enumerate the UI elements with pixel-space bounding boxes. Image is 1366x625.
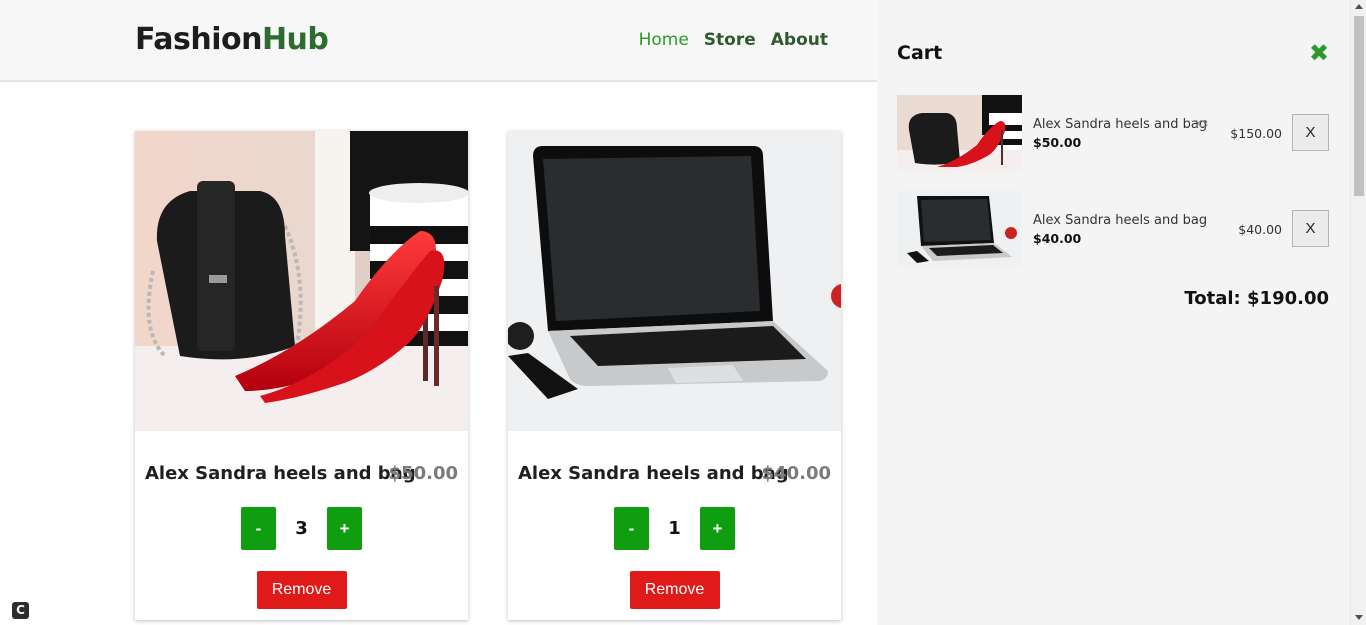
decrease-quantity-button[interactable]: - <box>614 507 649 550</box>
quantity-stepper: - 1 + <box>508 507 841 550</box>
cart-title: Cart <box>897 42 943 64</box>
product-image-laptop <box>508 131 841 431</box>
cart-item-quantity-badge: X3 <box>1195 119 1209 130</box>
scroll-up-arrow-icon[interactable] <box>1355 4 1363 9</box>
cart-item-subtotal: $40.00 <box>1238 222 1282 237</box>
cart-total: Total: $190.00 <box>1184 288 1329 309</box>
cart-item: Alex Sandra heels and bag $40.00 $40.00 … <box>897 191 1329 267</box>
cart-item-name: Alex Sandra heels and bag <box>1033 213 1208 228</box>
cart-item: Alex Sandra heels and bag X3 $50.00 $150… <box>897 95 1329 171</box>
close-icon[interactable]: ✖ <box>1309 40 1329 66</box>
nav-home-link[interactable]: Home <box>639 30 689 50</box>
logo-text-hub: Hub <box>261 22 329 57</box>
remove-button[interactable]: Remove <box>256 571 347 609</box>
product-price: $50.00 <box>388 463 458 484</box>
scrollbar-thumb[interactable] <box>1354 16 1364 196</box>
brand-logo[interactable]: FashionHub <box>135 22 329 57</box>
scroll-down-arrow-icon[interactable] <box>1355 615 1363 620</box>
cart-item-subtotal: $150.00 <box>1230 126 1282 141</box>
nav-about-link[interactable]: About <box>771 30 828 50</box>
logo-text-fashion: Fashion <box>135 22 262 57</box>
cart-item-remove-button[interactable]: X <box>1292 210 1329 247</box>
product-image-heels-bag <box>135 131 468 431</box>
extension-icon[interactable]: C <box>12 602 29 619</box>
vertical-scrollbar[interactable] <box>1350 0 1366 625</box>
product-title: Alex Sandra heels and bag <box>145 463 416 484</box>
product-title: Alex Sandra heels and bag <box>518 463 789 484</box>
nav-store-link[interactable]: Store <box>704 30 756 50</box>
product-card: Alex Sandra heels and bag $40.00 - 1 + R… <box>508 131 841 620</box>
increase-quantity-button[interactable]: + <box>700 507 735 550</box>
increase-quantity-button[interactable]: + <box>327 507 362 550</box>
cart-panel: Cart ✖ Alex Sandra heels and bag X3 $50.… <box>877 0 1350 625</box>
quantity-value: 3 <box>295 518 308 539</box>
quantity-value: 1 <box>668 518 681 539</box>
product-price: $40.00 <box>761 463 831 484</box>
cart-item-unit-price: $50.00 <box>1033 135 1082 150</box>
main-nav: Home Store About <box>639 30 828 50</box>
decrease-quantity-button[interactable]: - <box>241 507 276 550</box>
quantity-stepper: - 3 + <box>135 507 468 550</box>
cart-item-thumbnail <box>897 95 1022 171</box>
remove-button[interactable]: Remove <box>629 571 720 609</box>
cart-item-unit-price: $40.00 <box>1033 231 1082 246</box>
cart-item-thumbnail <box>897 191 1022 267</box>
product-card: Alex Sandra heels and bag $50.00 - 3 + R… <box>135 131 468 620</box>
site-header: FashionHub Home Store About <box>0 0 877 82</box>
cart-item-name: Alex Sandra heels and bag <box>1033 117 1208 132</box>
cart-item-remove-button[interactable]: X <box>1292 114 1329 151</box>
